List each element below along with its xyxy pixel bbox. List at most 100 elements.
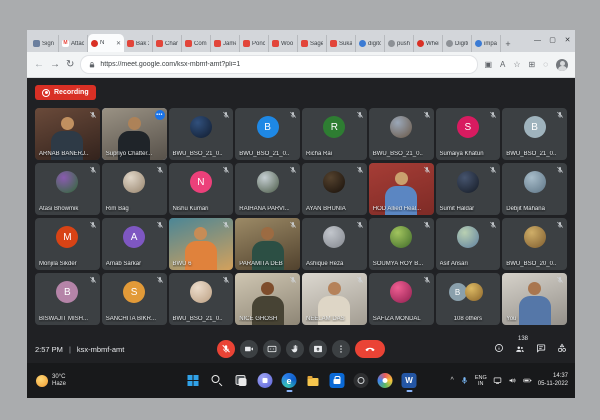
meeting-panels: 138 bbox=[494, 343, 567, 355]
language-indicator[interactable]: ENG IN bbox=[475, 375, 487, 387]
participant-tile[interactable]: ARNAB BANERJ... bbox=[35, 108, 100, 160]
store-app-icon[interactable] bbox=[330, 373, 345, 388]
tray-overflow-icon[interactable]: ^ bbox=[451, 377, 454, 384]
address-bar[interactable]: https://meet.google.com/ksx-mbmf-amt?pli… bbox=[80, 55, 478, 74]
participant-tile[interactable]: Ashique Reza bbox=[302, 218, 367, 270]
activities-icon[interactable] bbox=[557, 343, 567, 355]
participant-tile[interactable]: Sumit Haldar bbox=[436, 163, 501, 215]
mic-muted-icon bbox=[356, 111, 364, 119]
mic-off-button[interactable] bbox=[217, 340, 235, 358]
participant-tile[interactable]: SOUMYA ROY B... bbox=[369, 218, 434, 270]
extensions-icon[interactable]: ◌ bbox=[543, 61, 548, 69]
profile-avatar[interactable] bbox=[556, 59, 568, 71]
chat-panel-icon[interactable] bbox=[536, 343, 546, 355]
back-icon[interactable]: ← bbox=[34, 60, 44, 70]
participant-tile[interactable]: BWU 6 bbox=[169, 218, 234, 270]
browser-tab[interactable]: Digitu bbox=[443, 35, 472, 52]
participant-tile[interactable]: Asif Ansari bbox=[436, 218, 501, 270]
browser-tab[interactable]: MAttac bbox=[59, 35, 88, 52]
close-button[interactable]: ✕ bbox=[560, 30, 575, 52]
separator: | bbox=[69, 345, 71, 354]
browser-tab[interactable]: Sign i bbox=[30, 35, 59, 52]
word-app-icon[interactable] bbox=[402, 373, 417, 388]
participant-tile[interactable]: Atasi Bhowmik bbox=[35, 163, 100, 215]
participant-tile[interactable]: BWU_BSO_21_0... bbox=[169, 108, 234, 160]
more-options-button[interactable] bbox=[332, 340, 350, 358]
present-button[interactable] bbox=[309, 340, 327, 358]
captions-button[interactable] bbox=[263, 340, 281, 358]
participant-tile[interactable]: You bbox=[502, 273, 567, 325]
browser-tab[interactable]: Ponca bbox=[240, 35, 269, 52]
forward-icon[interactable]: → bbox=[50, 60, 60, 70]
clock[interactable]: 14:37 05-11-2022 bbox=[538, 373, 568, 388]
browser-tab[interactable]: digito bbox=[356, 35, 385, 52]
participant-tile[interactable]: SAFIZA MONDAL bbox=[369, 273, 434, 325]
end-call-button[interactable] bbox=[355, 340, 385, 358]
participant-tile[interactable]: RRicha Rai bbox=[302, 108, 367, 160]
taskbar-apps bbox=[186, 373, 417, 388]
participant-name: ARNAB BANERJ... bbox=[39, 151, 89, 157]
edge-app-icon[interactable] bbox=[282, 373, 297, 388]
participant-tile[interactable]: HOD Allied Heal... bbox=[369, 163, 434, 215]
taskview-app-icon[interactable] bbox=[234, 373, 249, 388]
media-app-icon[interactable] bbox=[258, 373, 273, 388]
participant-tile[interactable]: AYAN BHUNIA bbox=[302, 163, 367, 215]
participant-tile[interactable]: SSumaiya Khatun bbox=[436, 108, 501, 160]
split-screen-icon[interactable]: ▣ bbox=[484, 61, 492, 69]
tray-mic-icon[interactable] bbox=[460, 376, 469, 385]
browser-tab[interactable]: Jame bbox=[211, 35, 240, 52]
browser-tab[interactable]: Bak 2 bbox=[124, 35, 153, 52]
participant-tile[interactable]: RAIHANA PARVI... bbox=[235, 163, 300, 215]
read-aloud-icon[interactable]: A bbox=[500, 61, 505, 69]
volume-icon[interactable] bbox=[508, 376, 517, 385]
search-app-icon[interactable] bbox=[210, 373, 225, 388]
browser-tab[interactable]: Woo I bbox=[269, 35, 298, 52]
participant-tile[interactable]: BWU_BSO_21_0... bbox=[169, 273, 234, 325]
favorites-star-icon[interactable]: ☆ bbox=[513, 61, 520, 69]
participant-tile[interactable]: BBISWAJIT MISH... bbox=[35, 273, 100, 325]
network-icon[interactable] bbox=[493, 376, 502, 385]
tab-close-icon[interactable]: ✕ bbox=[116, 40, 121, 47]
battery-icon[interactable] bbox=[523, 376, 532, 385]
participant-tile[interactable]: PARAMITA DEB bbox=[235, 218, 300, 270]
participant-tile[interactable]: Supriyo Chatter...••• bbox=[102, 108, 167, 160]
participant-tile[interactable]: B108 others bbox=[436, 273, 501, 325]
browser-tab[interactable]: N✕ bbox=[88, 34, 124, 52]
maximize-button[interactable]: ▢ bbox=[545, 30, 560, 52]
participant-tile[interactable]: BBWU_BSO_21_0... bbox=[235, 108, 300, 160]
collections-icon[interactable]: ⊞ bbox=[529, 61, 536, 69]
participant-tile[interactable]: Rim Bag bbox=[102, 163, 167, 215]
tile-menu-button[interactable]: ••• bbox=[155, 110, 165, 120]
browser-tab[interactable]: pushi bbox=[385, 35, 414, 52]
raise-hand-button[interactable] bbox=[286, 340, 304, 358]
people-panel-button[interactable]: 138 bbox=[515, 344, 525, 354]
participant-tile[interactable]: AArnab Sarkar bbox=[102, 218, 167, 270]
participant-tile[interactable]: SSANCHITA BIKR... bbox=[102, 273, 167, 325]
browser-tab[interactable]: Sage bbox=[298, 35, 327, 52]
browser-tab[interactable]: Comp bbox=[182, 35, 211, 52]
participant-tile[interactable]: BWU_BSO_21_0... bbox=[369, 108, 434, 160]
participant-tile[interactable]: MMonjila Sikder bbox=[35, 218, 100, 270]
camera-app-icon[interactable] bbox=[354, 373, 369, 388]
participant-name: NEELAM DAS bbox=[306, 316, 356, 322]
browser-tab[interactable]: When bbox=[414, 35, 443, 52]
participant-tile[interactable]: NNishu Kumari bbox=[169, 163, 234, 215]
participant-tile[interactable]: NICE GHOSH bbox=[235, 273, 300, 325]
participant-tile[interactable]: Debjit Mahana bbox=[502, 163, 567, 215]
photos-app-icon[interactable] bbox=[378, 373, 393, 388]
start-app-icon[interactable] bbox=[186, 373, 201, 388]
weather-widget[interactable]: 30°C Haze bbox=[27, 374, 66, 388]
participant-tile[interactable]: BWU_BSO_20_0... bbox=[502, 218, 567, 270]
browser-tab[interactable]: Sukan bbox=[327, 35, 356, 52]
meeting-details-icon[interactable] bbox=[494, 343, 504, 355]
files-app-icon[interactable] bbox=[306, 373, 321, 388]
browser-tab[interactable]: Chark bbox=[153, 35, 182, 52]
minimize-button[interactable]: — bbox=[530, 30, 545, 52]
participant-tile[interactable]: BBWU_BSO_21_0... bbox=[502, 108, 567, 160]
browser-tab[interactable]: impa bbox=[472, 35, 501, 52]
window-controls: — ▢ ✕ bbox=[530, 30, 575, 52]
new-tab-button[interactable]: + bbox=[501, 35, 515, 52]
refresh-icon[interactable]: ↻ bbox=[66, 60, 74, 70]
camera-button[interactable] bbox=[240, 340, 258, 358]
participant-tile[interactable]: NEELAM DAS bbox=[302, 273, 367, 325]
